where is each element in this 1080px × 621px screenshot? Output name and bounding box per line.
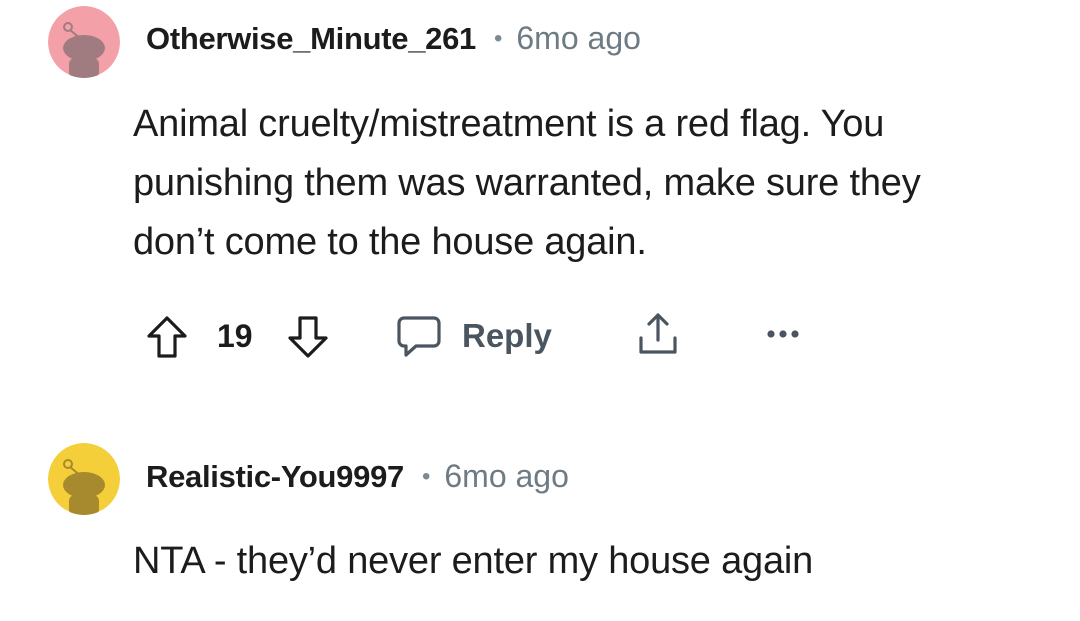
comment-body: Animal cruelty/mistreatment is a red fla… <box>133 95 921 272</box>
username[interactable]: Otherwise_Minute_261 <box>146 21 476 57</box>
reply-button[interactable]: Reply <box>396 314 552 358</box>
vote-score: 19 <box>217 318 253 354</box>
more-options-button[interactable] <box>765 328 801 340</box>
meta-separator: • <box>493 24 503 52</box>
comment-actions: 19 Reply <box>133 308 833 364</box>
user-avatar[interactable] <box>48 443 120 515</box>
speech-bubble-icon <box>397 316 441 357</box>
username[interactable]: Realistic-You9997 <box>146 459 404 495</box>
comment-body-line: NTA - they’d never enter my house again <box>133 540 814 582</box>
share-button[interactable] <box>635 310 681 358</box>
comment-timestamp: 6mo ago <box>516 20 641 56</box>
meta-separator: • <box>421 462 431 490</box>
user-avatar[interactable] <box>48 6 120 78</box>
comment-body: NTA - they’d never enter my house again <box>133 532 813 591</box>
comment-body-line: don’t come to the house again. <box>133 221 647 263</box>
arrow-down-icon <box>288 316 328 358</box>
comment-body-line: punishing them was warranted, make sure … <box>133 162 921 204</box>
arrow-up-icon <box>147 316 187 358</box>
downvote-button[interactable] <box>286 314 330 360</box>
share-icon <box>639 313 677 354</box>
comment-timestamp: 6mo ago <box>444 458 569 494</box>
reply-label: Reply <box>462 317 552 354</box>
more-options-icon <box>767 330 799 338</box>
comment-body-line: Animal cruelty/mistreatment is a red fla… <box>133 103 885 145</box>
upvote-button[interactable] <box>145 314 189 360</box>
